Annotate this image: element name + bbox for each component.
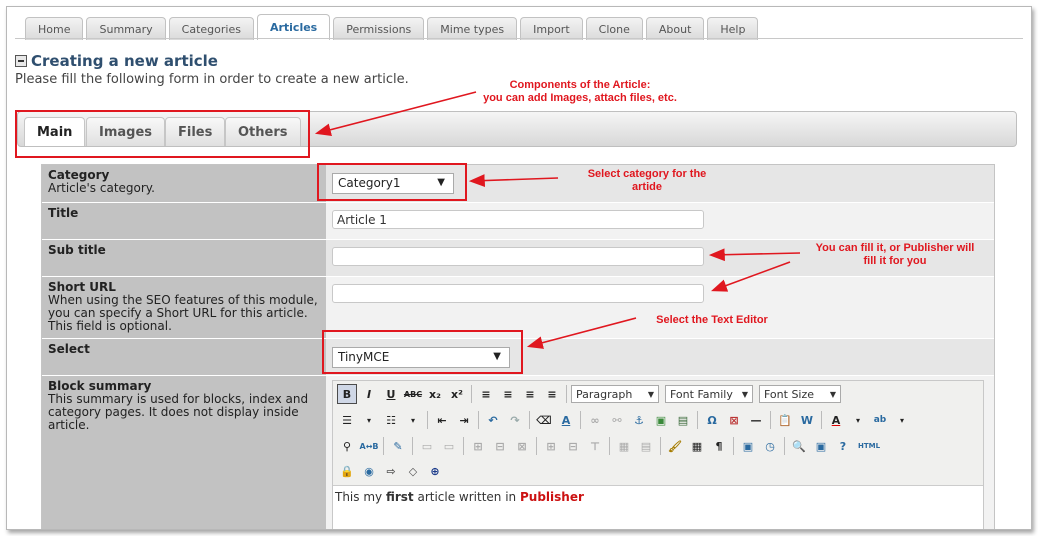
annotation-arrows xyxy=(314,91,801,349)
arrow-to-tabs xyxy=(314,91,477,136)
arrow-to-subtitle xyxy=(708,248,801,262)
arrow-to-category xyxy=(468,174,559,187)
arrow-to-short-url xyxy=(710,261,791,292)
arrow-to-editor-select xyxy=(526,317,637,349)
